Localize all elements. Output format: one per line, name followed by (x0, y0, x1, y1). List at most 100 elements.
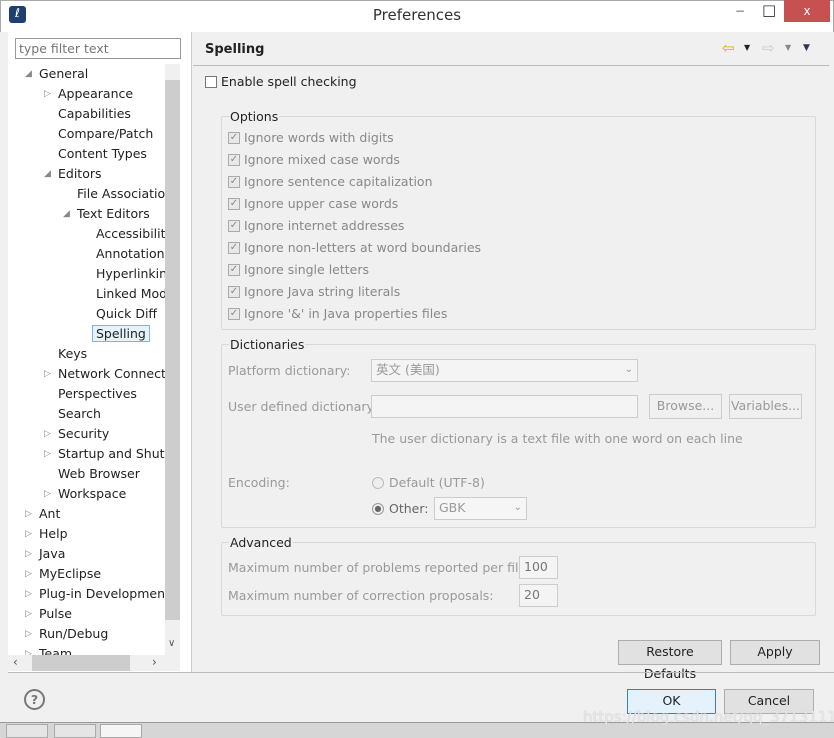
tree-item[interactable]: Network Connections (58, 364, 165, 384)
tree-item[interactable]: Annotations (96, 244, 165, 264)
scroll-down-icon[interactable]: ∨ (168, 638, 175, 649)
max-problems-input[interactable]: 100 (519, 556, 558, 579)
restore-defaults-button[interactable]: Restore Defaults (618, 640, 722, 681)
filter-input[interactable] (15, 38, 181, 59)
expand-arrow-icon[interactable]: ▷ (44, 89, 51, 99)
checkbox-checked-icon: ✓ (228, 154, 240, 166)
minimize-button[interactable]: − (735, 4, 745, 18)
tree-item[interactable]: Workspace (58, 484, 126, 504)
tree-item[interactable]: Capabilities (58, 104, 131, 124)
browse-button[interactable]: Browse... (649, 394, 722, 419)
tree-item[interactable]: Plug-in Development (39, 584, 165, 604)
tree-item[interactable]: Compare/Patch (58, 124, 153, 144)
tree-item-label: Workspace (58, 486, 127, 501)
platform-dictionary-select[interactable]: 英文 (美国) ⌄ (371, 359, 638, 382)
max-corrections-input[interactable]: 20 (519, 584, 558, 607)
expand-arrow-icon[interactable]: ▷ (25, 589, 32, 599)
tree-item[interactable]: Linked Mode (96, 284, 165, 304)
tree-item[interactable]: Security (58, 424, 109, 444)
encoding-other-radio[interactable]: ● Other: (372, 501, 428, 516)
tree-item-label: Team (39, 646, 73, 655)
vertical-scroll-thumb[interactable] (165, 80, 180, 620)
close-button[interactable]: x (784, 0, 830, 22)
encoding-other-label: Other: (389, 501, 429, 516)
tree-item[interactable]: Help (39, 524, 68, 544)
option-checkbox[interactable]: ✓ Ignore internet addresses (228, 216, 404, 236)
tree-item[interactable]: File Associations (77, 184, 165, 204)
expand-arrow-icon[interactable]: ▷ (25, 549, 32, 559)
tree-item-label: Java (39, 546, 66, 561)
tree-item[interactable]: Spelling (92, 324, 150, 344)
chevron-down-icon: ⌄ (624, 364, 633, 375)
tree-item[interactable]: Keys (58, 344, 87, 364)
scroll-left-icon[interactable]: ‹ (13, 655, 18, 669)
tree-item-label: Content Types (58, 146, 147, 161)
window-title: Preferences (372, 6, 462, 24)
expand-arrow-icon[interactable]: ▷ (25, 629, 32, 639)
option-checkbox[interactable]: ✓ Ignore upper case words (228, 194, 398, 214)
option-checkbox[interactable]: ✓ Ignore '&' in Java properties files (228, 304, 447, 324)
tree-item[interactable]: Perspectives (58, 384, 137, 404)
dictionaries-title: Dictionaries (229, 337, 306, 352)
expand-arrow-icon[interactable]: ▷ (44, 449, 51, 459)
tree-item[interactable]: Run/Debug (39, 624, 108, 644)
taskbar-app-tool-icon[interactable] (54, 724, 96, 738)
tree-item-label: Search (58, 406, 101, 421)
collapse-arrow-icon[interactable]: ◢ (63, 209, 70, 219)
tree-item[interactable]: Appearance (58, 84, 133, 104)
option-checkbox[interactable]: ✓ Ignore sentence capitalization (228, 172, 433, 192)
tree-item[interactable]: Web Browser (58, 464, 140, 484)
tree-item[interactable]: MyEclipse (39, 564, 101, 584)
tree-item[interactable]: Text Editors (77, 204, 150, 224)
encoding-select[interactable]: GBK ⌄ (434, 497, 527, 520)
chevron-down-icon: ⌄ (513, 502, 522, 513)
option-checkbox[interactable]: ✓ Ignore words with digits (228, 128, 394, 148)
expand-arrow-icon[interactable]: ▷ (25, 609, 32, 619)
tree-item[interactable]: Pulse (39, 604, 72, 624)
option-checkbox[interactable]: ✓ Ignore single letters (228, 260, 369, 280)
view-menu-icon[interactable]: ▼ (803, 43, 810, 53)
maximize-button[interactable]: □ (762, 1, 776, 19)
taskbar-app-eclipse-icon[interactable] (100, 724, 142, 738)
expand-arrow-icon[interactable]: ▷ (44, 429, 51, 439)
expand-arrow-icon[interactable]: ▷ (44, 489, 51, 499)
back-menu-icon[interactable]: ▼ (744, 43, 750, 52)
tree-item[interactable]: Quick Diff (96, 304, 157, 324)
help-icon[interactable]: ? (24, 689, 45, 710)
tree-item[interactable]: Ant (39, 504, 60, 524)
back-icon[interactable]: ⇦ (722, 39, 735, 57)
encoding-default-radio[interactable]: Default (UTF-8) (372, 475, 485, 490)
tree-item-label: File Associations (77, 186, 165, 201)
option-checkbox[interactable]: ✓ Ignore Java string literals (228, 282, 400, 302)
tree-item[interactable]: Accessibility (96, 224, 165, 244)
tree-item[interactable]: Search (58, 404, 101, 424)
preference-tree: ◢ General ▷ Appearance Capabilities Compare/P… (8, 64, 165, 655)
option-label: Ignore words with digits (244, 130, 394, 145)
forward-icon[interactable]: ⇨ (762, 39, 775, 57)
tree-item[interactable]: Team (39, 644, 72, 655)
tree-item[interactable]: Startup and Shutdown (58, 444, 165, 464)
user-dictionary-input[interactable] (371, 395, 638, 418)
horizontal-scroll-thumb[interactable] (32, 655, 130, 671)
tree-item[interactable]: Hyperlinking (96, 264, 165, 284)
collapse-arrow-icon[interactable]: ◢ (25, 69, 32, 79)
tree-item[interactable]: General (39, 64, 88, 84)
expand-arrow-icon[interactable]: ▷ (25, 529, 32, 539)
option-checkbox[interactable]: ✓ Ignore non-letters at word boundaries (228, 238, 481, 258)
option-checkbox[interactable]: ✓ Ignore mixed case words (228, 150, 400, 170)
forward-menu-icon[interactable]: ▼ (785, 43, 791, 52)
collapse-arrow-icon[interactable]: ◢ (44, 169, 51, 179)
tree-item[interactable]: Java (39, 544, 65, 564)
variables-button[interactable]: Variables... (729, 394, 802, 419)
scroll-right-icon[interactable]: › (152, 655, 157, 669)
apply-button[interactable]: Apply (730, 640, 820, 665)
expand-arrow-icon[interactable]: ▷ (25, 509, 32, 519)
taskbar-app-database-icon[interactable] (6, 724, 48, 738)
tree-item[interactable]: Content Types (58, 144, 147, 164)
option-label: Ignore non-letters at word boundaries (244, 240, 482, 255)
tree-item-label: Linked Mode (96, 286, 165, 301)
tree-item[interactable]: Editors (58, 164, 102, 184)
enable-spell-checkbox[interactable]: Enable spell checking (205, 72, 357, 92)
expand-arrow-icon[interactable]: ▷ (25, 569, 32, 579)
expand-arrow-icon[interactable]: ▷ (44, 369, 51, 379)
